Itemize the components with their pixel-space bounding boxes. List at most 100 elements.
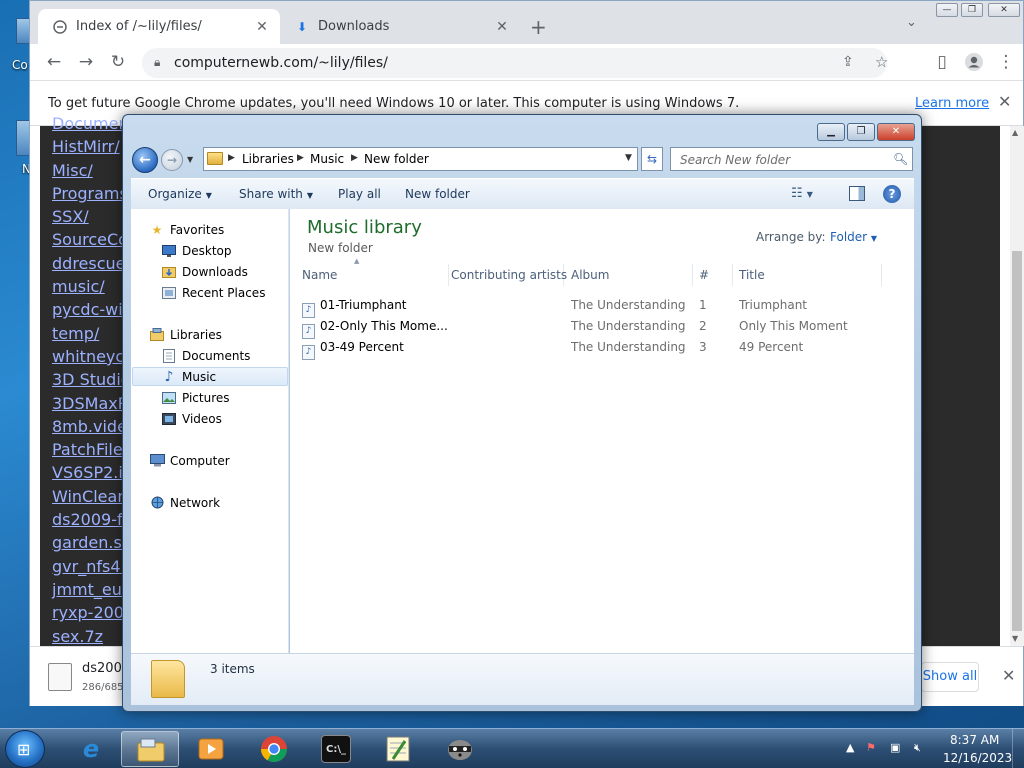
navigation-pane: ★ Favorites Desktop Downloads Recent Plac…	[131, 209, 289, 653]
nav-computer[interactable]: Computer	[149, 451, 230, 470]
nav-downloads[interactable]: Downloads	[161, 262, 248, 281]
breadcrumb-libraries[interactable]: Libraries	[242, 152, 294, 166]
forward-arrow-icon[interactable]: →	[161, 149, 183, 171]
forward-arrow-icon[interactable]: →	[76, 52, 96, 72]
menu-kebab-icon[interactable]: ⋮	[996, 52, 1016, 72]
nav-desktop[interactable]: Desktop	[161, 241, 232, 260]
show-all-button[interactable]: Show all	[921, 662, 979, 692]
arrange-by-label: Arrange by:	[756, 230, 826, 244]
change-view-icon[interactable]: ☷ ▼	[791, 186, 813, 201]
taskbar-notepad[interactable]	[369, 731, 427, 767]
side-panel-icon[interactable]: ▯	[932, 52, 952, 72]
network-tray-icon[interactable]: ▣	[890, 741, 900, 754]
maximize-button[interactable]: ❐	[847, 123, 875, 141]
share-with-button[interactable]: Share with ▼	[239, 187, 313, 201]
volume-muted-icon[interactable]: 🔇︎	[914, 741, 921, 755]
refresh-icon[interactable]: ⇆	[641, 147, 663, 171]
clock-time[interactable]: 8:37 AM	[950, 733, 999, 747]
minimize-button[interactable]: —	[936, 3, 958, 17]
desktop-icon	[161, 244, 177, 258]
tab-downloads[interactable]: ⬇ Downloads ✕	[280, 9, 520, 44]
nav-label: Libraries	[170, 327, 222, 342]
tab-strip: Index of /~lily/files/ ✕ ⬇ Downloads ✕ +…	[30, 1, 1023, 44]
help-icon[interactable]: ?	[883, 185, 901, 203]
page-scrollbar[interactable]: ▲ ▼	[1010, 126, 1024, 646]
back-arrow-icon[interactable]: ←	[44, 52, 64, 72]
file-name-cell: ♪ 02-Only This Mome...	[302, 319, 448, 339]
nav-documents[interactable]: Documents	[161, 346, 250, 365]
breadcrumb-arrow-icon[interactable]: ▶	[228, 153, 235, 163]
lock-icon[interactable]: 🔒︎	[154, 55, 160, 70]
taskbar-chrome[interactable]	[245, 731, 303, 767]
breadcrumb-arrow-icon[interactable]: ▶	[351, 153, 358, 163]
nav-favorites[interactable]: ★ Favorites	[149, 220, 225, 239]
nav-network[interactable]: Network	[149, 493, 220, 512]
file-row[interactable]: ♪ 01-Triumphant The Understanding 1 Trium…	[302, 295, 902, 318]
taskbar-raccoon-app[interactable]	[431, 731, 489, 767]
taskbar-windows-explorer[interactable]	[121, 731, 179, 767]
reload-icon[interactable]: ↻	[108, 52, 128, 72]
bookmark-star-icon[interactable]: ☆	[875, 53, 888, 71]
close-tab-icon[interactable]: ✕	[492, 19, 512, 35]
file-row[interactable]: ♪ 03-49 Percent The Understanding 3 49 Pe…	[302, 337, 902, 360]
back-arrow-icon[interactable]: ←	[132, 147, 158, 173]
action-center-flag-icon[interactable]: ⚑	[866, 741, 876, 754]
desktop-computer-icon[interactable]	[16, 18, 30, 44]
taskbar-media-player[interactable]	[182, 731, 240, 767]
breadcrumb-arrow-icon[interactable]: ▶	[297, 153, 304, 163]
learn-more-link[interactable]: Learn more	[915, 96, 989, 111]
explorer-address-bar[interactable]: ▶ Libraries ▶ Music ▶ New folder ▼	[203, 147, 638, 171]
nav-recent-places[interactable]: Recent Places	[161, 283, 265, 302]
show-hidden-icons-chevron-icon[interactable]: ▲	[846, 741, 854, 754]
new-folder-button[interactable]: New folder	[405, 187, 470, 201]
tab-search-chevron-icon[interactable]: ⌄	[906, 15, 917, 30]
nav-pictures[interactable]: Pictures	[161, 388, 230, 407]
close-infobar-icon[interactable]: ✕	[998, 92, 1011, 111]
search-input[interactable]: Search New folder 🔍︎	[670, 147, 913, 171]
desktop-network-icon[interactable]	[16, 120, 30, 156]
show-desktop-button[interactable]	[1012, 729, 1024, 768]
chrome-icon	[259, 735, 289, 763]
scrollbar-thumb[interactable]	[1012, 251, 1022, 631]
profile-avatar-icon[interactable]	[964, 52, 984, 77]
breadcrumb-new-folder[interactable]: New folder	[364, 152, 429, 166]
url-text[interactable]: computernewb.com/~lily/files/	[174, 55, 388, 71]
column-header-name[interactable]: Name	[302, 264, 449, 286]
start-button[interactable]: ⊞	[5, 730, 45, 768]
taskbar-command-prompt[interactable]: C:\_	[307, 731, 365, 767]
close-tab-icon[interactable]: ✕	[252, 19, 272, 35]
nav-music[interactable]: ♪ Music	[132, 367, 288, 386]
address-bar[interactable]: 🔒︎ computernewb.com/~lily/files/ ⇪ ☆	[142, 48, 888, 78]
search-icon[interactable]: 🔍︎	[893, 152, 908, 166]
media-player-icon	[196, 735, 226, 763]
scroll-down-icon[interactable]: ▼	[1012, 634, 1018, 643]
scroll-up-icon[interactable]: ▲	[1012, 128, 1018, 137]
nav-videos[interactable]: Videos	[161, 409, 222, 428]
minimize-button[interactable]: ▁	[817, 123, 845, 141]
arrange-by-dropdown[interactable]: Folder ▼	[830, 230, 877, 244]
organize-button[interactable]: Organize ▼	[148, 187, 212, 201]
column-header-contributing-artists[interactable]: Contributing artists	[451, 264, 567, 286]
close-download-shelf-icon[interactable]: ✕	[1002, 666, 1015, 685]
clock-date[interactable]: 12/16/2023	[943, 751, 1012, 765]
nav-label: Pictures	[182, 390, 230, 405]
column-header-number[interactable]: #	[699, 264, 733, 286]
share-icon[interactable]: ⇪	[842, 54, 854, 70]
preview-pane-icon[interactable]	[849, 186, 865, 201]
column-header-album[interactable]: Album	[571, 264, 693, 286]
address-dropdown-chevron-icon[interactable]: ▼	[625, 153, 632, 163]
close-window-button[interactable]: ✕	[877, 123, 915, 141]
taskbar-internet-explorer[interactable]: e	[62, 731, 120, 767]
maximize-button[interactable]: ❐	[961, 3, 983, 17]
nav-libraries[interactable]: Libraries	[149, 325, 222, 344]
play-all-button[interactable]: Play all	[338, 187, 381, 201]
music-note-icon: ♪	[164, 368, 174, 385]
file-row[interactable]: ♪ 02-Only This Mome... The Understanding …	[302, 316, 902, 339]
tab-index-of-files[interactable]: Index of /~lily/files/ ✕	[38, 9, 280, 44]
dropdown-chevron-icon: ▼	[306, 191, 314, 200]
close-window-button[interactable]: ✕	[988, 3, 1020, 17]
breadcrumb-music[interactable]: Music	[310, 152, 344, 166]
column-header-title[interactable]: Title	[739, 264, 882, 286]
new-tab-button[interactable]: +	[530, 15, 547, 39]
recent-pages-chevron-icon[interactable]: ▼	[187, 155, 193, 164]
